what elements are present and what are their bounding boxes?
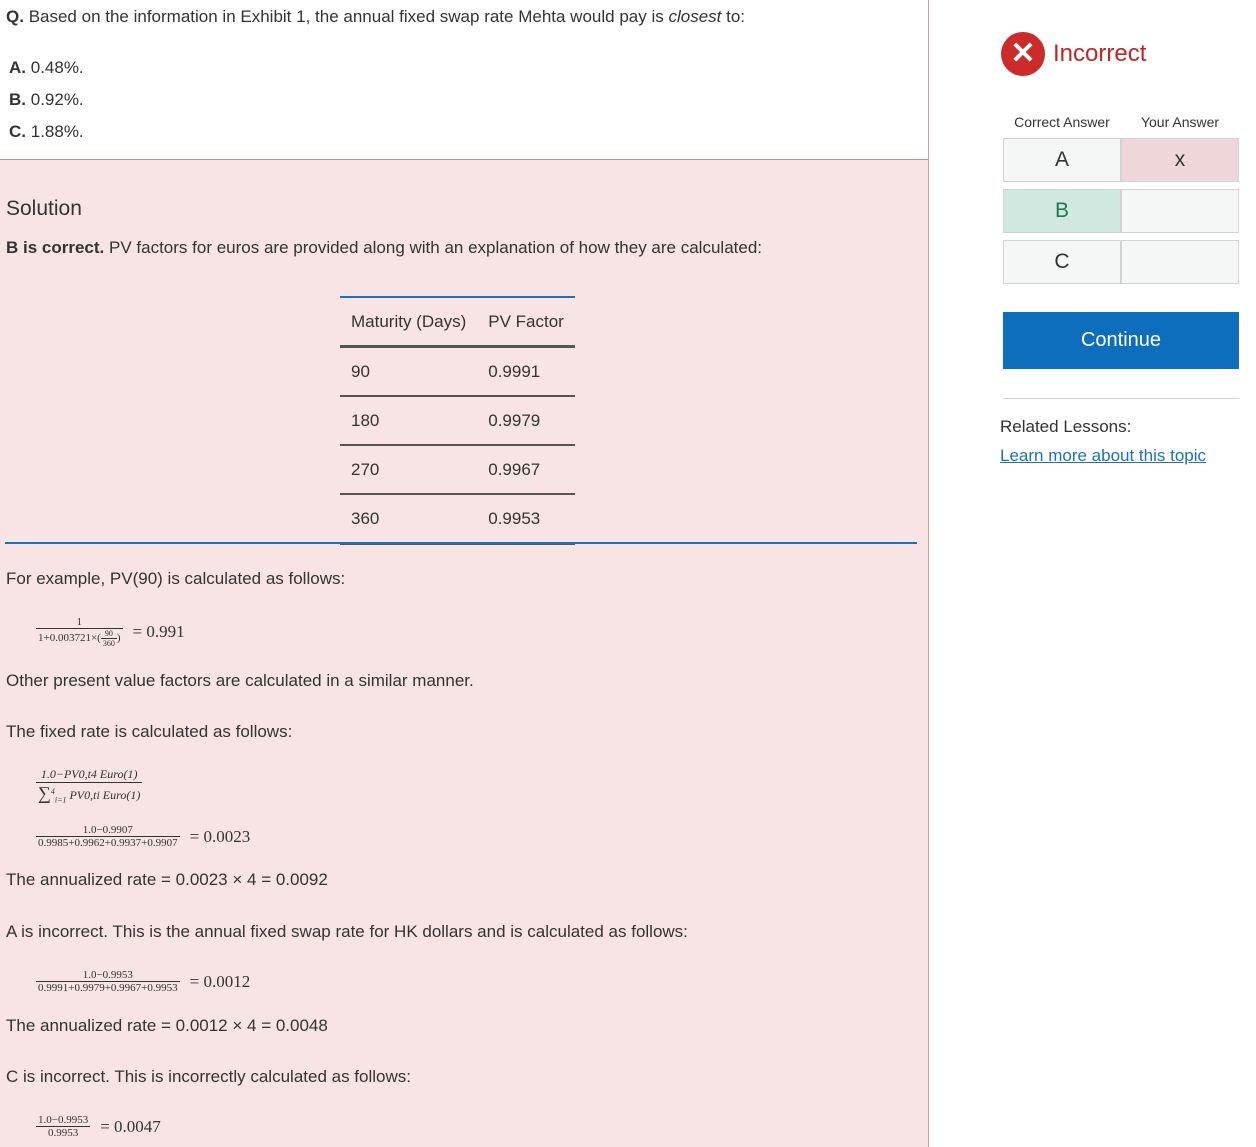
option-a: A. 0.48%.: [9, 58, 84, 78]
formula-denominator: ∑4i=1 PV0,ti Euro(1): [36, 783, 142, 804]
correct-answer-header: Correct Answer: [1014, 114, 1110, 130]
section-divider: [5, 542, 917, 544]
a-incorrect-text: A is incorrect. This is the annual fixed…: [6, 922, 688, 941]
table-row: 180 0.9979: [340, 396, 575, 445]
inner-denominator: 360: [102, 639, 115, 648]
inner-numerator: 90: [100, 629, 117, 639]
option-letter: B.: [9, 90, 26, 109]
similar-text: Other present value factors are calculat…: [6, 671, 474, 690]
status-label: Incorrect: [1053, 40, 1147, 67]
option-c: C. 1.88%.: [9, 122, 84, 142]
answer-cell-a: A: [1003, 138, 1121, 182]
table-header-row: Maturity (Days) PV Factor: [340, 297, 575, 347]
formula-numerator: 1: [36, 616, 123, 629]
your-answer-header: Your Answer: [1140, 114, 1220, 130]
example-text: For example, PV(90) is calculated as fol…: [6, 569, 346, 588]
your-answer-mark-c: [1121, 240, 1239, 284]
option-text: 0.48%.: [30, 58, 84, 77]
fixed-rate-text: The fixed rate is calculated as follows:: [6, 722, 293, 741]
table-cell: 0.9967: [488, 459, 541, 479]
table-cell: 0.9953: [488, 508, 541, 528]
denominator-suffix: ): [116, 632, 121, 645]
denominator-term: PV0,ti Euro(1): [69, 788, 141, 802]
correct-statement: B is correct.: [6, 238, 105, 257]
option-letter: A.: [9, 58, 26, 77]
question-stem-end: to:: [726, 7, 746, 26]
table-row: 270 0.9967: [340, 445, 575, 494]
formula-result: = 0.0047: [100, 1116, 161, 1136]
formula-result: = 0.0023: [189, 826, 251, 846]
formula-numerator: 1.0−0.9907: [36, 824, 180, 837]
question-block: Q. Based on the information in Exhibit 1…: [0, 0, 928, 160]
question-stem: Based on the information in Exhibit 1, t…: [28, 7, 664, 26]
result-sidebar: ✕ Incorrect Correct Answer Your Answer A…: [929, 0, 1256, 1147]
sigma-lower: i=1: [54, 795, 67, 805]
your-answer-mark-b: [1121, 189, 1239, 233]
formula-denominator: 0.9991+0.9979+0.9967+0.9953: [38, 982, 178, 994]
x-circle-icon: ✕: [1001, 32, 1045, 76]
question-text: Q. Based on the information in Exhibit 1…: [6, 7, 745, 27]
answer-cell-c: C: [1003, 240, 1121, 284]
correct-explanation: PV factors for euros are provided along …: [109, 238, 762, 257]
annualized-b-text: The annualized rate = 0.0023 × 4 = 0.009…: [6, 870, 328, 889]
formula-result: = 0.991: [132, 622, 185, 641]
table-cell: 90: [351, 361, 370, 381]
sidebar-divider: [1003, 398, 1239, 399]
table-cell: 270: [351, 459, 380, 479]
formula-denominator: 1+0.003721×(90 360): [36, 629, 123, 648]
annualized-a-text: The annualized rate = 0.0012 × 4 = 0.004…: [6, 1016, 328, 1035]
denominator-prefix: 1+0.003721×(: [38, 632, 101, 645]
continue-button[interactable]: Continue: [1003, 312, 1239, 369]
formula-numerator: 1.0−0.9953: [36, 1114, 91, 1127]
formula-denominator: 0.9985+0.9962+0.9937+0.9907: [38, 837, 178, 849]
table-header: Maturity (Days): [351, 311, 467, 331]
answer-cell-b: B: [1003, 189, 1121, 233]
formula-numerator: 1.0−0.9953: [36, 969, 180, 982]
hk-rate-formula: 1.0−0.9953 0.9991+0.9979+0.9967+0.9953 =…: [36, 969, 250, 994]
solution-panel: Solution B is correct. PV factors for eu…: [0, 160, 928, 1147]
your-answer-mark-a: x: [1121, 138, 1239, 182]
question-emphasis: closest: [668, 7, 722, 26]
fixed-rate-formula: 1.0−PV0,t4 Euro(1) ∑4i=1 PV0,ti Euro(1): [36, 767, 143, 804]
formula-numerator: 1.0−PV0,t4 Euro(1): [36, 767, 143, 783]
table-cell: 180: [351, 410, 380, 430]
related-lessons-label: Related Lessons:: [1000, 417, 1132, 436]
pv90-formula: 1 1+0.003721×(90 360) = 0.991: [36, 616, 185, 648]
learn-more-link[interactable]: Learn more about this topic: [1000, 446, 1206, 466]
pv-factor-table: Maturity (Days) PV Factor 90 0.9991 180 …: [340, 296, 575, 545]
table-row: 360 0.9953: [340, 494, 575, 544]
option-text: 0.92%.: [30, 90, 84, 109]
c-formula: 1.0−0.9953 0.9953 = 0.0047: [36, 1114, 161, 1139]
table-row: 90 0.9991: [340, 347, 575, 396]
table-cell: 360: [351, 508, 380, 528]
c-incorrect-text: C is incorrect. This is incorrectly calc…: [6, 1067, 411, 1086]
table-cell: 0.9979: [488, 410, 541, 430]
solution-title: Solution: [6, 197, 82, 220]
table-header: PV Factor: [488, 311, 564, 331]
option-letter: C.: [9, 122, 26, 141]
formula-denominator: 0.9953: [47, 1127, 79, 1139]
table-cell: 0.9991: [488, 361, 541, 381]
option-b: B. 0.92%.: [9, 90, 84, 110]
formula-result: = 0.0012: [189, 971, 251, 991]
option-text: 1.88%.: [30, 122, 84, 141]
fixed-rate-calc: 1.0−0.9907 0.9985+0.9962+0.9937+0.9907 =…: [36, 824, 250, 849]
sigma-symbol: ∑: [38, 783, 51, 803]
solution-correct-line: B is correct. PV factors for euros are p…: [6, 238, 762, 258]
question-solution-pane: Q. Based on the information in Exhibit 1…: [0, 0, 929, 1147]
question-prefix: Q.: [6, 7, 24, 26]
